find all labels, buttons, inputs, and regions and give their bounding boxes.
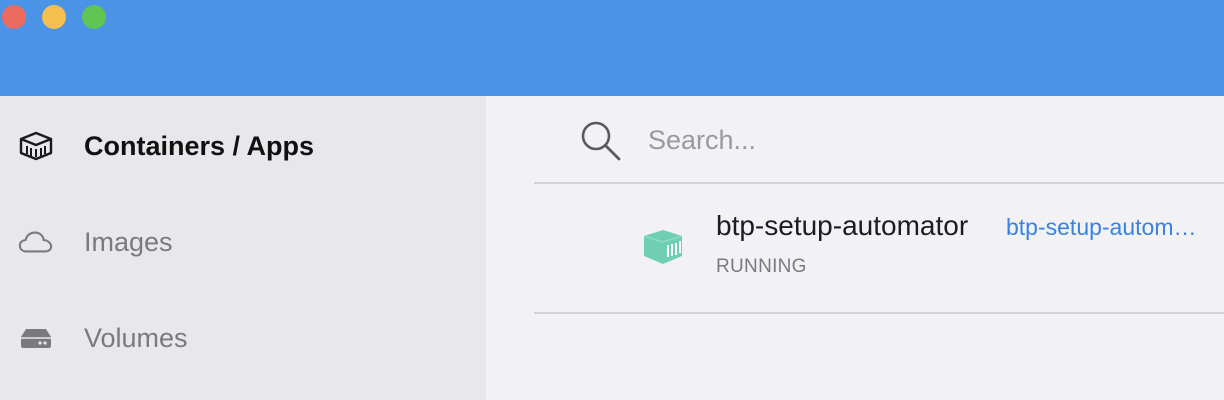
status-badge: RUNNING — [716, 256, 807, 277]
sidebar: Containers / Apps Images Volumes — [0, 96, 486, 400]
close-window-button[interactable] — [2, 5, 26, 29]
search-icon — [578, 118, 624, 164]
drive-icon — [18, 323, 54, 353]
sidebar-item-images[interactable]: Images — [0, 212, 486, 272]
main-panel: btp-setup-automator btp-setup-automator … — [486, 96, 1224, 400]
running-container-icon — [640, 228, 686, 266]
search-input[interactable] — [648, 116, 1208, 164]
container-name: btp-setup-automator — [716, 210, 969, 241]
sidebar-item-label: Volumes — [84, 322, 188, 353]
sidebar-item-volumes[interactable]: Volumes — [0, 308, 486, 368]
minimize-window-button[interactable] — [42, 5, 66, 29]
window-titlebar[interactable] — [0, 0, 1224, 96]
sidebar-item-label: Containers / Apps — [84, 130, 315, 161]
sidebar-item-label: Images — [84, 226, 173, 257]
container-image-link[interactable]: btp-setup-automator — [1006, 214, 1202, 241]
zoom-window-button[interactable] — [82, 5, 106, 29]
sidebar-item-containers-apps[interactable]: Containers / Apps — [0, 116, 486, 176]
cloud-icon — [18, 227, 54, 257]
container-icon — [18, 131, 54, 161]
divider — [534, 312, 1224, 314]
list-item[interactable]: btp-setup-automator btp-setup-automator … — [534, 184, 1224, 312]
